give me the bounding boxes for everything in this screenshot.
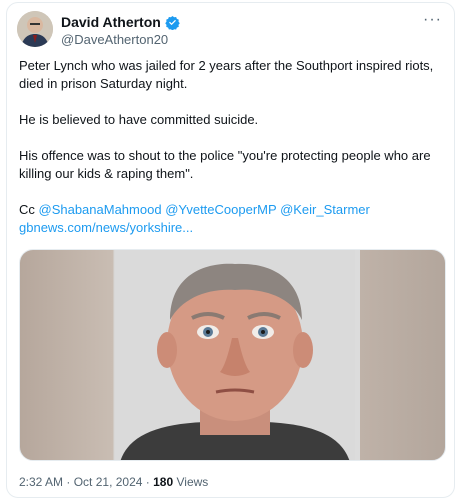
- tweet-media[interactable]: [19, 249, 446, 461]
- avatar[interactable]: [17, 11, 53, 47]
- meta-separator: ·: [145, 475, 150, 489]
- author-handle[interactable]: @DaveAtherton20: [61, 32, 168, 47]
- meta-separator: ·: [66, 475, 71, 489]
- views-label: Views: [176, 475, 209, 489]
- tweet-text: Peter Lynch who was jailed for 2 years a…: [19, 57, 449, 237]
- cc-line: Cc @ShabanaMahmood @YvetteCooperMP @Keir…: [19, 201, 449, 237]
- views-count: 180: [153, 475, 174, 489]
- tweet-time[interactable]: 2:32 AM: [19, 475, 63, 489]
- tweet-date[interactable]: Oct 21, 2024: [74, 475, 143, 489]
- paragraph: He is believed to have committed suicide…: [19, 112, 259, 127]
- verified-badge-icon: [165, 15, 180, 30]
- tweet-card: David Atherton @DaveAtherton20 ··· Peter…: [6, 2, 455, 498]
- author-row: David Atherton: [61, 14, 180, 30]
- mention-link[interactable]: @ShabanaMahmood: [39, 202, 162, 217]
- paragraph: His offence was to shout to the police "…: [19, 148, 431, 181]
- cc-prefix: Cc: [19, 202, 39, 217]
- article-link[interactable]: gbnews.com/news/yorkshire...: [19, 220, 193, 235]
- tweet-meta: 2:32 AM · Oct 21, 2024 · 180 Views: [19, 475, 208, 489]
- more-horizontal-icon[interactable]: ···: [423, 11, 442, 29]
- avatar-image: [17, 11, 53, 47]
- author-name[interactable]: David Atherton: [61, 14, 161, 30]
- mention-link[interactable]: @Keir_Starmer: [280, 202, 370, 217]
- mention-link[interactable]: @YvetteCooperMP: [165, 202, 276, 217]
- paragraph: Peter Lynch who was jailed for 2 years a…: [19, 58, 434, 91]
- mugshot-photo: [115, 250, 355, 460]
